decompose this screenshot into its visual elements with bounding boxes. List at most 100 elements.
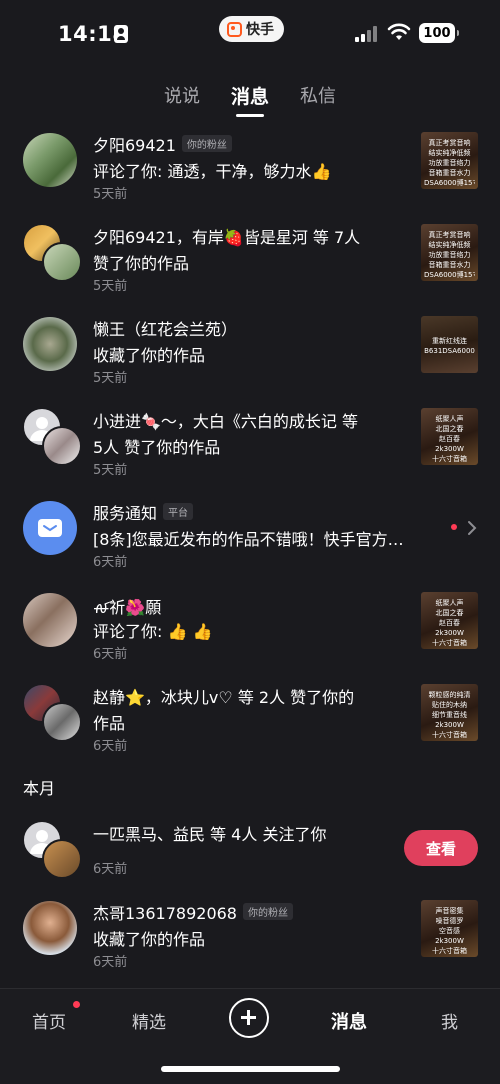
person-card-icon [114, 25, 128, 43]
nav-home[interactable]: 首页 [32, 1008, 66, 1033]
list-item[interactable]: 夕阳69421，有岸🍓皆是星河 等 7人 赞了你的作品 5天前 真正考赏音响 结… [0, 223, 500, 314]
service-avatar[interactable] [23, 501, 77, 555]
thumb-caption: 十六寸音箱 [432, 947, 467, 955]
thumb-caption: 结实纯净低频 [428, 241, 471, 249]
notification-dot [73, 1001, 80, 1008]
home-indicator [161, 1066, 340, 1072]
user-name[interactable]: 夕阳69421 [93, 136, 176, 155]
message-action: 评论了你: 通透，干净，够力水👍 [93, 162, 332, 181]
thumb-caption: 赵百春 [439, 619, 460, 627]
platform-badge: 平台 [163, 503, 194, 520]
thumb-caption: 2k300W [435, 445, 464, 453]
message-time: 5天前 [93, 371, 128, 386]
thumb-caption: 2k300W [435, 937, 464, 945]
nav-messages[interactable]: 消息 [331, 1008, 367, 1034]
avatar[interactable] [23, 593, 77, 647]
section-title-this-month: 本月 [23, 779, 56, 798]
message-time: 6天前 [93, 647, 128, 662]
battery-icon: 100 [419, 23, 459, 43]
message-action: 赞了你的作品 [93, 254, 190, 273]
nav-featured[interactable]: 精选 [132, 1008, 166, 1033]
thumb-caption: 十六寸音箱 [432, 731, 467, 739]
message-time: 6天前 [93, 739, 128, 754]
message-action: 评论了你: 👍 👍 [93, 622, 213, 641]
list-item[interactable]: 夕阳69421 你的粉丝 评论了你: 通透，干净，够力水👍 5天前 真正考赏音响 … [0, 132, 500, 222]
user-name[interactable]: 赵静⭐，冰块儿v♡ 等 2人 赞了你的 [93, 684, 354, 708]
tab-messages[interactable]: 消息 [231, 82, 269, 109]
thumb-caption: 结实纯净低频 [428, 149, 471, 157]
thumb-caption: 功放重音络力 [428, 159, 471, 167]
work-thumbnail[interactable]: 真正考赏音响 结实纯净低频 功放重音络力 音箱重音水力 DSA6000博15寸 [421, 132, 478, 189]
avatar[interactable] [23, 901, 77, 955]
cellular-signal-icon [355, 26, 377, 42]
thumb-caption: 真正考赏音响 [428, 231, 471, 239]
battery-level: 100 [423, 25, 451, 41]
list-item[interactable]: 小进进🍬～，大白《六白的成长记 等 5人 赞了你的作品 5天前 纸聚人声 北国之… [0, 407, 500, 498]
thumb-caption: 音箱重音水力 [428, 261, 471, 269]
message-action: 5人 赞了你的作品 [93, 438, 221, 457]
thumb-caption: 真正考赏音响 [428, 139, 471, 147]
message-action: [8条]您最近发布的作品不错哦！快手官方… [93, 530, 404, 549]
wifi-icon [387, 23, 411, 40]
tab-shuoshuo[interactable]: 说说 [164, 82, 200, 108]
thumb-caption: 音箱重音水力 [428, 169, 471, 177]
kuaishou-pill-label: 快手 [246, 22, 274, 38]
message-action: 收藏了你的作品 [93, 346, 206, 365]
unread-dot [451, 524, 457, 530]
thumb-caption: 十六寸音箱 [432, 639, 467, 647]
service-notification-item[interactable]: 服务通知 平台 [8条]您最近发布的作品不错哦！快手官方… 6天前 [0, 500, 500, 590]
thumb-caption: 十六寸音箱 [432, 455, 467, 463]
avatar[interactable] [42, 839, 82, 879]
chevron-right-icon[interactable] [467, 520, 477, 536]
thumb-caption: 功放重音络力 [428, 251, 471, 259]
thumb-caption: 2k300W [435, 721, 464, 729]
thumb-caption: 北国之春 [435, 425, 464, 433]
avatar[interactable] [42, 702, 82, 742]
nav-me[interactable]: 我 [441, 1008, 458, 1033]
work-thumbnail[interactable]: 颗粒感的纯清 贴住的木纳 细节重音线 2k300W 十六寸音箱 [421, 684, 478, 741]
work-thumbnail[interactable]: 声音密集 噪音德罗 空音感 2k300W 十六寸音箱 [421, 900, 478, 957]
work-thumbnail[interactable]: 真正考赏音响 结实纯净低频 功放重音络力 音箱重音水力 DSA6000博15寸 [421, 224, 478, 281]
view-button[interactable]: 查看 [404, 830, 478, 866]
avatar[interactable] [23, 133, 77, 187]
kuaishou-app-pill[interactable]: 快手 [219, 16, 284, 42]
user-name[interactable]: 夕阳69421，有岸🍓皆是星河 等 7人 [93, 224, 360, 248]
thumb-caption: DSA6000博15寸 [424, 179, 475, 187]
thumb-caption: 贴住的木纳 [432, 701, 467, 709]
fan-badge: 你的粉丝 [242, 903, 293, 920]
thumb-caption: 空音感 [439, 927, 460, 935]
message-time: 5天前 [93, 187, 128, 202]
avatar[interactable] [42, 242, 82, 282]
list-item[interactable]: 赵静⭐，冰块儿v♡ 等 2人 赞了你的 作品 6天前 颗粒感的纯清 贴住的木纳 … [0, 683, 500, 774]
status-bar: 14:18 快手 100 [0, 0, 500, 68]
work-thumbnail[interactable]: 纸聚人声 北国之春 赵百春 2k300W 十六寸音箱 [421, 408, 478, 465]
avatar[interactable] [23, 317, 77, 371]
list-item[interactable]: 杰哥13617892068 你的粉丝 收藏了你的作品 6天前 声音密集 噪音德罗 … [0, 900, 500, 990]
message-time: 6天前 [93, 955, 128, 970]
tab-private-messages[interactable]: 私信 [300, 82, 336, 108]
thumb-caption: 北国之春 [435, 609, 464, 617]
message-time: 6天前 [93, 555, 128, 570]
fan-badge: 你的粉丝 [181, 135, 232, 152]
list-item[interactable]: 懒王（红花会兰苑） 收藏了你的作品 5天前 重新红线连 B631DSA6000 [0, 316, 500, 406]
user-name[interactable]: 小进进🍬～，大白《六白的成长记 等 [93, 408, 358, 432]
avatar[interactable] [42, 426, 82, 466]
list-item[interactable]: ꫛ祈🌺願 评论了你: 👍 👍 6天前 纸聚人声 北国之春 赵百春 2k300W … [0, 592, 500, 682]
mail-icon [38, 519, 62, 537]
user-name[interactable]: 一匹黑马、益民 等 4人 关注了你 [93, 821, 326, 845]
message-action: 收藏了你的作品 [93, 930, 206, 949]
create-plus-button[interactable] [229, 998, 269, 1038]
thumb-caption: 声音密集 [435, 907, 464, 915]
user-name[interactable]: 懒王（红花会兰苑） [93, 316, 237, 340]
thumb-caption: 细节重音线 [432, 711, 467, 719]
service-title[interactable]: 服务通知 [93, 504, 157, 523]
thumb-caption: 重新红线连 [432, 337, 467, 345]
thumb-caption: DSA6000博15寸 [424, 271, 475, 279]
thumb-caption: 噪音德罗 [435, 917, 464, 925]
thumb-caption: 赵百春 [439, 435, 460, 443]
work-thumbnail[interactable]: 纸聚人声 北国之春 赵百春 2k300W 十六寸音箱 [421, 592, 478, 649]
message-time: 5天前 [93, 463, 128, 478]
work-thumbnail[interactable]: 重新红线连 B631DSA6000 [421, 316, 478, 373]
user-name[interactable]: 杰哥13617892068 [93, 904, 237, 923]
thumb-caption: 2k300W [435, 629, 464, 637]
